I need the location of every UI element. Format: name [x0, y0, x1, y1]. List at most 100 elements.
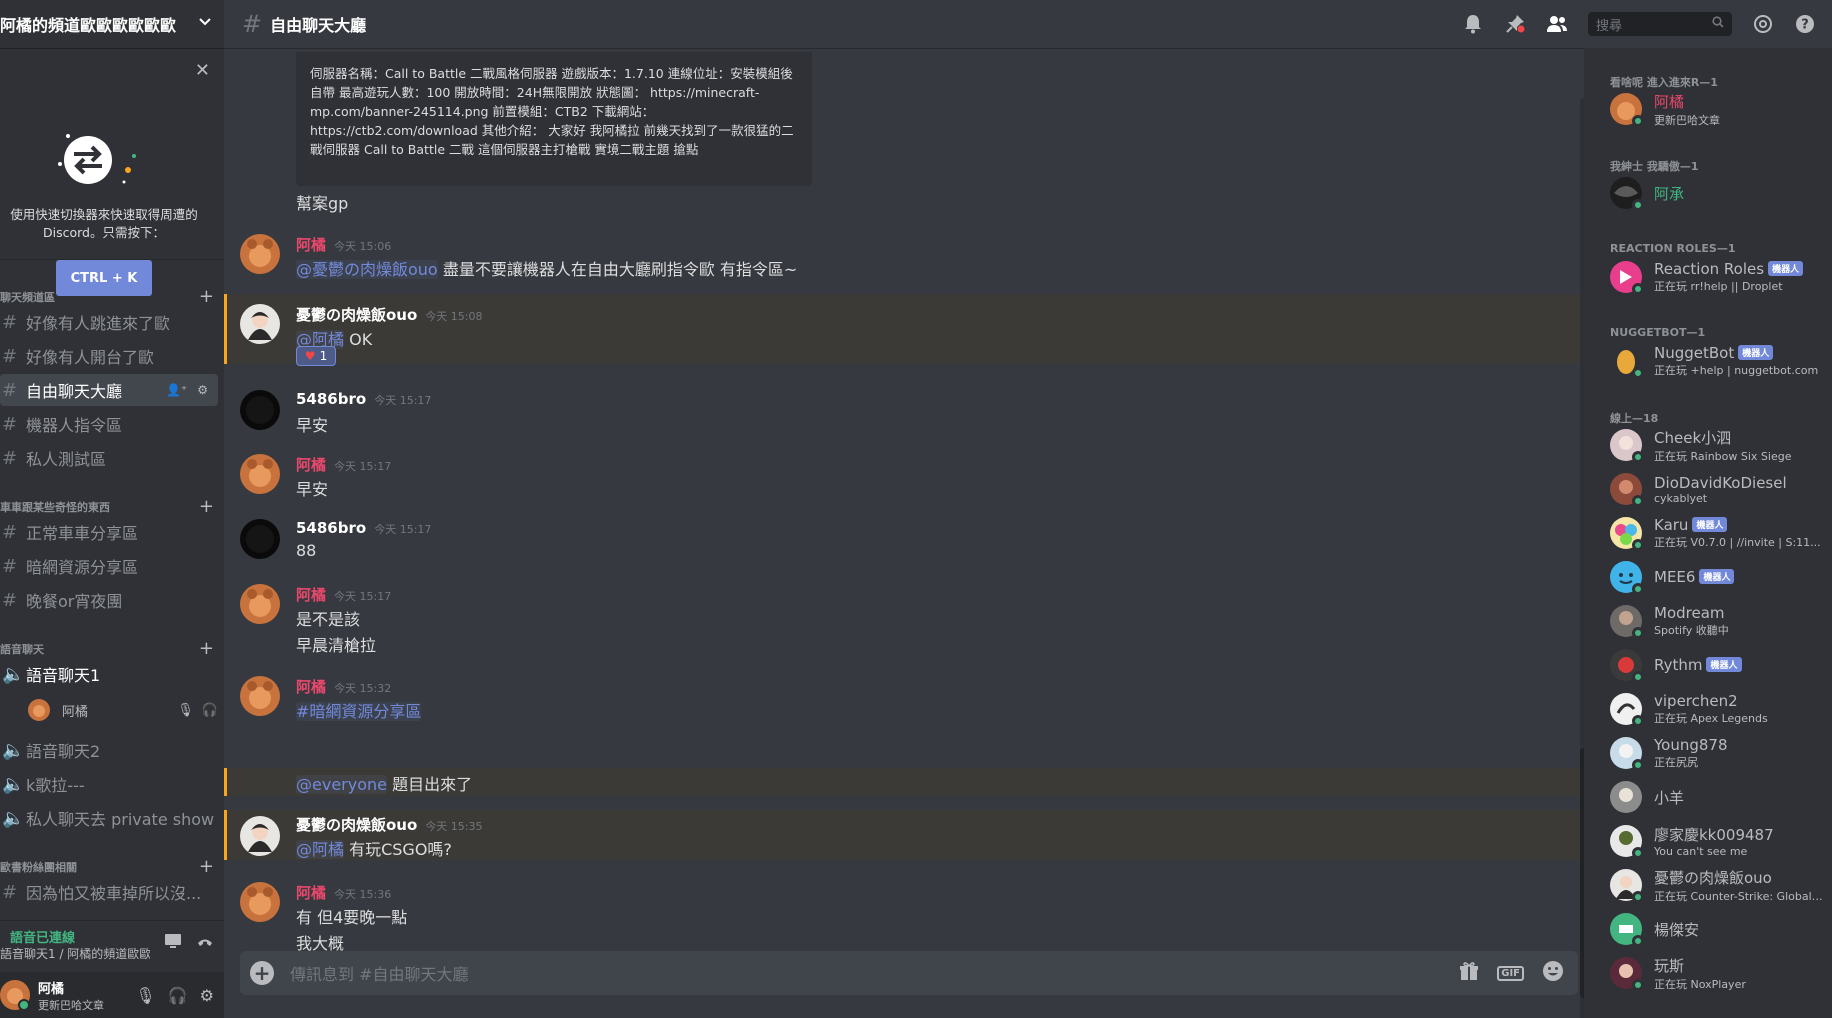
member-item[interactable]: NuggetBot 機器人 正在玩 +help | nuggetbot.com — [1610, 340, 1824, 382]
member-name: Young878 — [1654, 736, 1728, 754]
bell-icon[interactable] — [1462, 13, 1484, 35]
member-item[interactable]: 阿承 — [1610, 172, 1824, 214]
chevron-down-icon[interactable] — [198, 15, 212, 33]
member-list-icon[interactable] — [1546, 13, 1568, 35]
server-header[interactable]: 阿橘的頻道歐歐歐歐歐歐 — [0, 0, 224, 48]
message: 阿橘 今天 15:17 是不是該 早晨清槍拉 — [224, 576, 1584, 658]
message-highlighted: 憂鬱の肉燥飯ouo 今天 15:35 @阿橘 有玩CSGO嗎? — [224, 810, 1584, 860]
avatar[interactable] — [240, 584, 280, 624]
message-author[interactable]: 5486bro 今天 15:17 — [296, 519, 431, 537]
category-share[interactable]: 車車跟某些奇怪的東西 + — [0, 496, 214, 517]
member-item[interactable]: Young878 正在尻尻 — [1610, 732, 1824, 774]
deafen-icon[interactable]: 🎧 — [168, 986, 188, 1005]
channel-link[interactable]: #暗網資源分享區 — [296, 702, 422, 721]
channel-label: 好像有人跳進來了歐 — [26, 314, 171, 333]
add-channel-icon[interactable]: + — [199, 286, 214, 307]
message-author[interactable]: 阿橘 今天 15:17 — [296, 584, 391, 605]
voice-channel-item[interactable]: 🔈 k歌拉--- — [0, 768, 218, 800]
gif-button[interactable]: GIF — [1497, 965, 1524, 981]
member-item[interactable]: 玩斯 正在玩 NoxPlayer — [1610, 952, 1824, 994]
category-text-channels[interactable]: 聊天頻道區 + — [0, 286, 214, 307]
member-name: MEE6 機器人 — [1654, 568, 1824, 586]
user-mention[interactable]: @阿橘 — [296, 840, 345, 859]
channel-item[interactable]: # 暗網資源分享區 — [0, 550, 218, 582]
message-author[interactable]: 5486bro 今天 15:17 — [296, 390, 431, 408]
message-author[interactable]: 阿橘 今天 15:36 — [296, 882, 391, 903]
gift-icon[interactable] — [1459, 961, 1479, 985]
mentions-icon[interactable] — [1752, 13, 1774, 35]
screen-share-icon[interactable] — [164, 933, 182, 953]
avatar[interactable] — [240, 676, 280, 716]
add-channel-icon[interactable]: + — [199, 856, 214, 877]
timestamp: 今天 15:17 — [334, 590, 392, 603]
hash-icon: # — [242, 10, 263, 38]
channel-item[interactable]: # 晚餐or宵夜團 — [0, 584, 218, 616]
discord-app: 阿橘的頻道歐歐歐歐歐歐 ✕ 使用快速切換器來快速取得周遭的 Discord。只需… — [0, 0, 1832, 1018]
message-author[interactable]: 阿橘 今天 15:17 — [296, 454, 391, 475]
channel-item-active[interactable]: # 自由聊天大廳 👤⁺ ⚙ — [0, 374, 218, 406]
avatar[interactable] — [0, 980, 30, 1010]
voice-user[interactable]: 阿橘 🎙 🎧 — [28, 696, 218, 724]
disconnect-icon[interactable] — [196, 933, 214, 953]
close-icon[interactable]: ✕ — [195, 60, 210, 81]
quick-switcher-illustration — [58, 134, 136, 184]
member-item[interactable]: Reaction Roles 機器人 正在玩 rr!help || Droplet — [1610, 256, 1824, 298]
channel-item[interactable]: # 機器人指令區 — [0, 408, 218, 440]
emoji-picker-icon[interactable] — [1542, 960, 1564, 986]
member-item[interactable]: DioDavidKoDiesel cykablyet — [1610, 468, 1824, 510]
avatar[interactable] — [240, 454, 280, 494]
voice-channel-item[interactable]: 🔈 私人聊天去 private show — [0, 802, 218, 834]
mute-icon[interactable]: 🎙 — [135, 986, 155, 1005]
pin-icon[interactable] — [1504, 13, 1526, 35]
category-fans[interactable]: 歐書粉絲團相關 + — [0, 856, 214, 877]
avatar[interactable] — [240, 882, 280, 922]
add-channel-icon[interactable]: + — [199, 638, 214, 659]
help-icon[interactable]: ? — [1794, 13, 1816, 35]
avatar[interactable] — [240, 304, 280, 344]
channel-item[interactable]: # 好像有人跳進來了歐 — [0, 306, 218, 338]
member-name: 憂鬱の肉燥飯ouo — [1654, 868, 1772, 887]
voice-status[interactable]: 語音已連線 — [10, 927, 75, 946]
message-author[interactable]: 憂鬱の肉燥飯ouo 今天 15:35 — [296, 814, 483, 835]
member-item[interactable]: 小羊 — [1610, 776, 1824, 818]
voice-channel-item[interactable]: 🔈 語音聊天1 — [0, 658, 218, 690]
add-channel-icon[interactable]: + — [199, 496, 214, 517]
upload-icon[interactable]: + — [250, 961, 274, 985]
member-item[interactable]: 廖家慶kk009487 You can't see me — [1610, 820, 1824, 862]
member-item[interactable]: Modream Spotify 收聽中 — [1610, 600, 1824, 642]
search-input[interactable]: 搜尋 — [1588, 12, 1732, 36]
message-author[interactable]: 阿橘 今天 15:32 — [296, 676, 391, 697]
avatar[interactable] — [240, 519, 280, 559]
member-item[interactable]: 阿橘 更新巴哈文章 — [1610, 88, 1824, 130]
avatar[interactable] — [240, 234, 280, 274]
reaction-button[interactable]: ♥ 1 — [296, 346, 336, 366]
channel-title: 自由聊天大廳 — [270, 16, 367, 35]
quick-switcher-text: 使用快速切換器來快速取得周遭的 Discord。只需按下： — [10, 207, 198, 240]
channel-item[interactable]: # 正常車車分享區 — [0, 516, 218, 548]
composer-placeholder[interactable]: 傳訊息到 #自由聊天大廳 — [290, 961, 1459, 985]
member-item[interactable]: MEE6 機器人 — [1610, 556, 1824, 598]
gear-icon[interactable]: ⚙ — [200, 986, 214, 1005]
member-item[interactable]: 憂鬱の肉燥飯ouo 正在玩 Counter-Strike: Global ... — [1610, 864, 1824, 906]
member-item[interactable]: Cheek小泗 正在玩 Rainbow Six Siege — [1610, 424, 1824, 466]
member-item[interactable]: viperchen2 正在玩 Apex Legends — [1610, 688, 1824, 730]
channel-item[interactable]: # 私人測試區 — [0, 442, 218, 474]
invite-icon[interactable]: 👤⁺ — [166, 383, 187, 397]
message-composer[interactable]: + 傳訊息到 #自由聊天大廳 GIF — [240, 951, 1578, 995]
voice-channel-path[interactable]: 語音聊天1 / 阿橘的頻道歐歐... — [0, 945, 150, 962]
avatar[interactable] — [240, 390, 280, 430]
voice-channel-item[interactable]: 🔈 語音聊天2 — [0, 734, 218, 766]
category-voice[interactable]: 語音聊天 + — [0, 638, 214, 659]
message-author[interactable]: 憂鬱の肉燥飯ouo 今天 15:08 — [296, 304, 483, 325]
member-item[interactable]: Karu 機器人 正在玩 V0.7.0 | //invite | S:11... — [1610, 512, 1824, 554]
category-label: 車車跟某些奇怪的東西 — [0, 500, 110, 514]
channel-item[interactable]: # 因為怕又被車掉所以沒... — [0, 876, 218, 908]
user-mention[interactable]: @憂鬱の肉燥飯ouo — [296, 260, 438, 279]
gear-icon[interactable]: ⚙ — [197, 383, 208, 397]
avatar[interactable] — [240, 816, 280, 856]
message-author[interactable]: 阿橘 今天 15:06 — [296, 234, 391, 255]
everyone-mention[interactable]: @everyone — [296, 775, 387, 794]
member-item[interactable]: 楊傑安 — [1610, 908, 1824, 950]
channel-item[interactable]: # 好像有人開台了歐 — [0, 340, 218, 372]
member-item[interactable]: Rythm 機器人 — [1610, 644, 1824, 686]
